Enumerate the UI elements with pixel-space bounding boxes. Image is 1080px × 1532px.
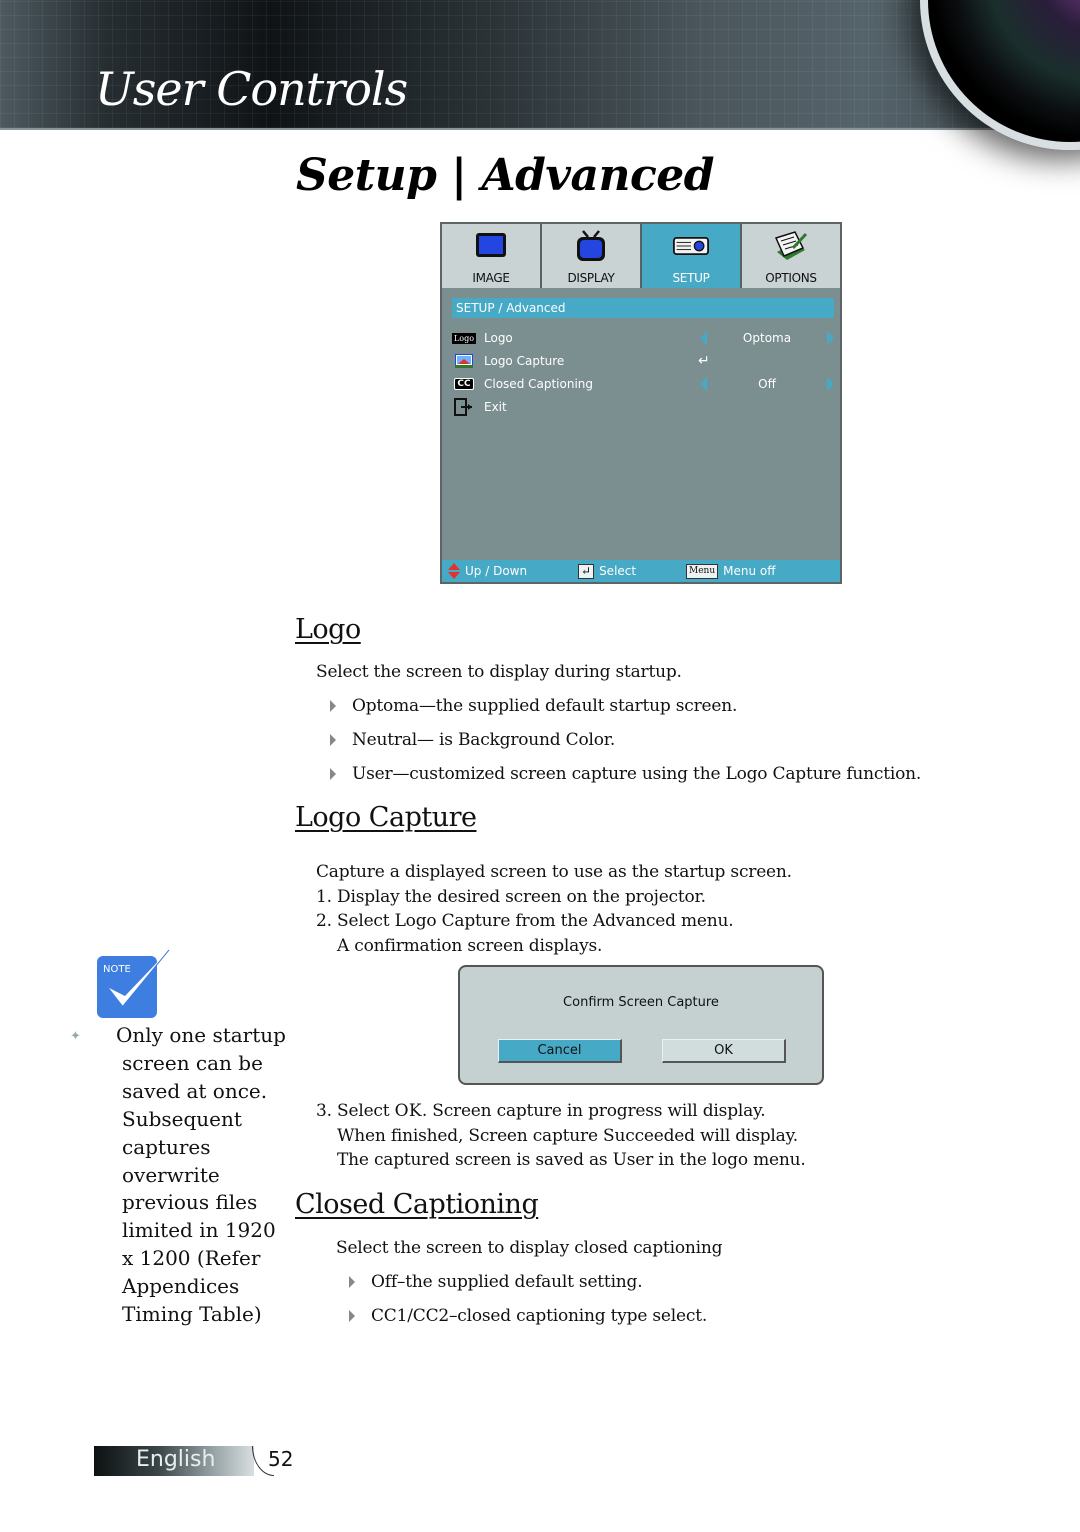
arrow-left-icon[interactable] xyxy=(700,377,707,391)
note-text: ✦ Only one startup screen can be saved at… xyxy=(70,1023,286,1326)
osd-row-closed-captioning[interactable]: CC Closed Captioning Off xyxy=(454,374,834,394)
step-3-line-3: The captured screen is saved as User in … xyxy=(337,1150,806,1170)
osd-row-exit[interactable]: Exit xyxy=(454,397,834,417)
closed-captioning-intro: Select the screen to display closed capt… xyxy=(336,1238,723,1258)
list-item: CC1/CC2–closed captioning type select. xyxy=(349,1306,707,1326)
osd-footer-hints: Up / Down ↵ Select Menu Menu off xyxy=(442,560,840,582)
confirm-screen-capture-dialog: Confirm Screen Capture Cancel OK xyxy=(458,965,824,1085)
logo-capture-icon xyxy=(454,353,474,369)
projector-lens-image xyxy=(920,0,1080,150)
bullet-triangle-icon xyxy=(349,1276,355,1288)
bullet-triangle-icon xyxy=(330,768,336,780)
tab-label: OPTIONS xyxy=(765,271,817,285)
osd-tab-bar: IMAGE DISPLAY SETUP OPTIONS xyxy=(442,224,840,288)
logo-capture-heading: Logo Capture xyxy=(295,802,477,833)
footer-language: English xyxy=(136,1447,216,1472)
arrow-right-icon[interactable] xyxy=(827,331,834,345)
arrow-left-icon[interactable] xyxy=(700,331,707,345)
osd-menu: IMAGE DISPLAY SETUP OPTIONS SETUP / Adva… xyxy=(440,222,842,584)
tab-label: SETUP xyxy=(672,271,710,285)
page-number: 52 xyxy=(268,1447,294,1471)
osd-row-logo-capture[interactable]: Logo Capture ↵ xyxy=(454,351,834,371)
tab-setup[interactable]: SETUP xyxy=(642,224,740,288)
list-item: Optoma—the supplied default startup scre… xyxy=(330,696,737,716)
exit-icon xyxy=(454,398,474,416)
hint-menu-off: Menu Menu off xyxy=(686,563,776,579)
hint-up-down: Up / Down xyxy=(442,563,578,579)
osd-row-logo[interactable]: Logo Logo Optoma xyxy=(451,328,834,348)
osd-breadcrumb: SETUP / Advanced xyxy=(452,298,834,318)
step-3-line-2: When finished, Screen capture Succeeded … xyxy=(337,1126,798,1146)
svg-text:NOTE: NOTE xyxy=(103,964,131,975)
list-item: Neutral— is Background Color. xyxy=(330,730,615,750)
monitor-icon xyxy=(473,231,509,261)
osd-row-label: Exit xyxy=(484,400,507,414)
tab-display[interactable]: DISPLAY xyxy=(542,224,640,288)
tab-options[interactable]: OPTIONS xyxy=(742,224,840,288)
tv-icon xyxy=(573,230,609,261)
tab-label: IMAGE xyxy=(472,271,510,285)
hint-select: ↵ Select xyxy=(578,563,686,579)
page-title: Setup | Advanced xyxy=(296,150,715,201)
logo-capture-intro: Capture a displayed screen to use as the… xyxy=(316,862,792,882)
bullet-triangle-icon xyxy=(330,700,336,712)
note-icon: NOTE xyxy=(97,948,172,1020)
osd-row-label: Closed Captioning xyxy=(484,377,594,391)
list-item: Off–the supplied default setting. xyxy=(349,1272,643,1292)
osd-row-label: Logo Capture xyxy=(484,354,565,368)
osd-row-label: Logo xyxy=(484,331,513,345)
logo-icon: Logo xyxy=(451,332,477,344)
tab-image[interactable]: IMAGE xyxy=(442,224,540,288)
enter-key-icon: ↵ xyxy=(578,563,595,579)
diamond-bullet-icon: ✦ xyxy=(70,1028,81,1044)
osd-row-value: Optoma xyxy=(742,331,792,345)
logo-heading: Logo xyxy=(295,614,361,645)
ok-button[interactable]: OK xyxy=(662,1039,786,1063)
enter-icon[interactable]: ↵ xyxy=(698,353,710,369)
up-down-arrows-icon xyxy=(448,563,460,579)
step-2-continued: A confirmation screen displays. xyxy=(337,936,603,956)
notepad-icon xyxy=(773,231,809,261)
bullet-triangle-icon xyxy=(330,734,336,746)
logo-intro: Select the screen to display during star… xyxy=(316,662,682,682)
dialog-title: Confirm Screen Capture xyxy=(563,995,719,1010)
bullet-triangle-icon xyxy=(349,1310,355,1322)
menu-key-icon: Menu xyxy=(686,563,719,579)
cc-icon: CC xyxy=(454,376,474,392)
section-title: User Controls xyxy=(95,62,408,116)
cancel-button[interactable]: Cancel xyxy=(498,1039,622,1063)
osd-row-value: Off xyxy=(758,377,776,391)
projector-icon xyxy=(673,231,709,261)
header-banner: User Controls xyxy=(0,0,1080,150)
closed-captioning-heading: Closed Captioning xyxy=(295,1189,539,1220)
step-3: 3. Select OK. Screen capture in progress… xyxy=(316,1101,766,1121)
step-2: 2. Select Logo Capture from the Advanced… xyxy=(316,911,734,931)
arrow-right-icon[interactable] xyxy=(827,377,834,391)
tab-label: DISPLAY xyxy=(567,271,615,285)
step-1: 1. Display the desired screen on the pro… xyxy=(316,887,706,907)
list-item: User—customized screen capture using the… xyxy=(330,764,921,784)
